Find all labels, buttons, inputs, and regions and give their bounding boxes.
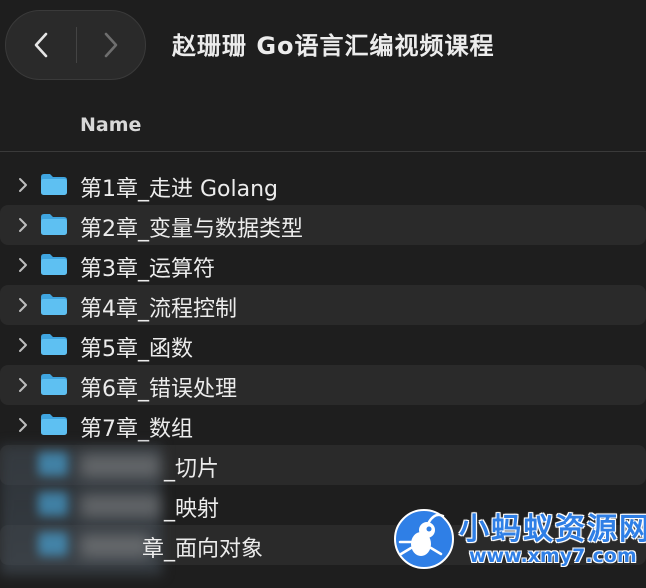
chevron-left-icon [34, 32, 48, 58]
folder-row[interactable]: 第3章_运算符 [0, 245, 646, 285]
blurred-text [80, 534, 150, 558]
toolbar: 赵珊珊 Go语言汇编视频课程 [0, 0, 646, 92]
folder-label[interactable]: _切片 [164, 451, 219, 483]
ant-logo-icon [394, 509, 454, 569]
folder-label[interactable]: 第2章_变量与数据类型 [80, 211, 303, 243]
disclosure-chevron-icon[interactable] [16, 297, 30, 313]
watermark-title: 小蚂蚁资源网 [459, 512, 646, 547]
folder-icon [38, 452, 68, 476]
disclosure-chevron-icon[interactable] [16, 377, 30, 393]
folder-row[interactable]: 第5章_函数 [0, 325, 646, 365]
folder-label[interactable]: 第3章_运算符 [80, 251, 215, 283]
disclosure-chevron-icon[interactable] [16, 217, 30, 233]
folder-icon [41, 294, 67, 315]
folder-label[interactable]: 第7章_数组 [80, 411, 193, 443]
blurred-text [80, 494, 160, 518]
watermark-url: www.xmy7.com [469, 545, 637, 567]
blurred-text [80, 454, 160, 478]
disclosure-chevron-icon[interactable] [16, 257, 30, 273]
disclosure-chevron-icon[interactable] [16, 417, 30, 433]
finder-window: 赵珊珊 Go语言汇编视频课程 Name 第1章_走进 Golang 第2章_变量与… [0, 0, 646, 588]
chevron-right-icon [104, 32, 118, 58]
column-header: Name [0, 100, 646, 152]
folder-icon [38, 532, 68, 556]
disclosure-chevron-icon[interactable] [16, 177, 30, 193]
folder-label[interactable]: 第5章_函数 [80, 331, 193, 363]
folder-icon [38, 492, 68, 516]
folder-icon [41, 414, 67, 435]
forward-button[interactable] [76, 11, 146, 79]
folder-label[interactable]: 章_面向对象 [142, 531, 263, 563]
folder-row[interactable]: 第2章_变量与数据类型 [0, 205, 646, 245]
folder-label[interactable]: 第4章_流程控制 [80, 291, 237, 323]
folder-label[interactable]: 第1章_走进 Golang [80, 171, 278, 203]
disclosure-chevron-icon[interactable] [16, 337, 30, 353]
folder-icon [41, 174, 67, 195]
folder-row[interactable]: 第1章_走进 Golang [0, 165, 646, 205]
folder-icon [41, 334, 67, 355]
watermark: 小蚂蚁资源网 www.xmy7.com [393, 498, 646, 578]
folder-icon [41, 254, 67, 275]
folder-label[interactable]: 第6章_错误处理 [80, 371, 237, 403]
folder-row[interactable]: 第4章_流程控制 [0, 285, 646, 325]
window-title: 赵珊珊 Go语言汇编视频课程 [172, 32, 495, 60]
back-button[interactable] [6, 11, 76, 79]
folder-row[interactable]: 第7章_数组 [0, 405, 646, 445]
folder-row[interactable]: 第6章_错误处理 [0, 365, 646, 405]
navigation-buttons [5, 10, 146, 80]
column-name-header[interactable]: Name [80, 114, 141, 136]
folder-label[interactable]: _映射 [164, 491, 219, 523]
folder-icon [41, 214, 67, 235]
folder-icon [41, 374, 67, 395]
